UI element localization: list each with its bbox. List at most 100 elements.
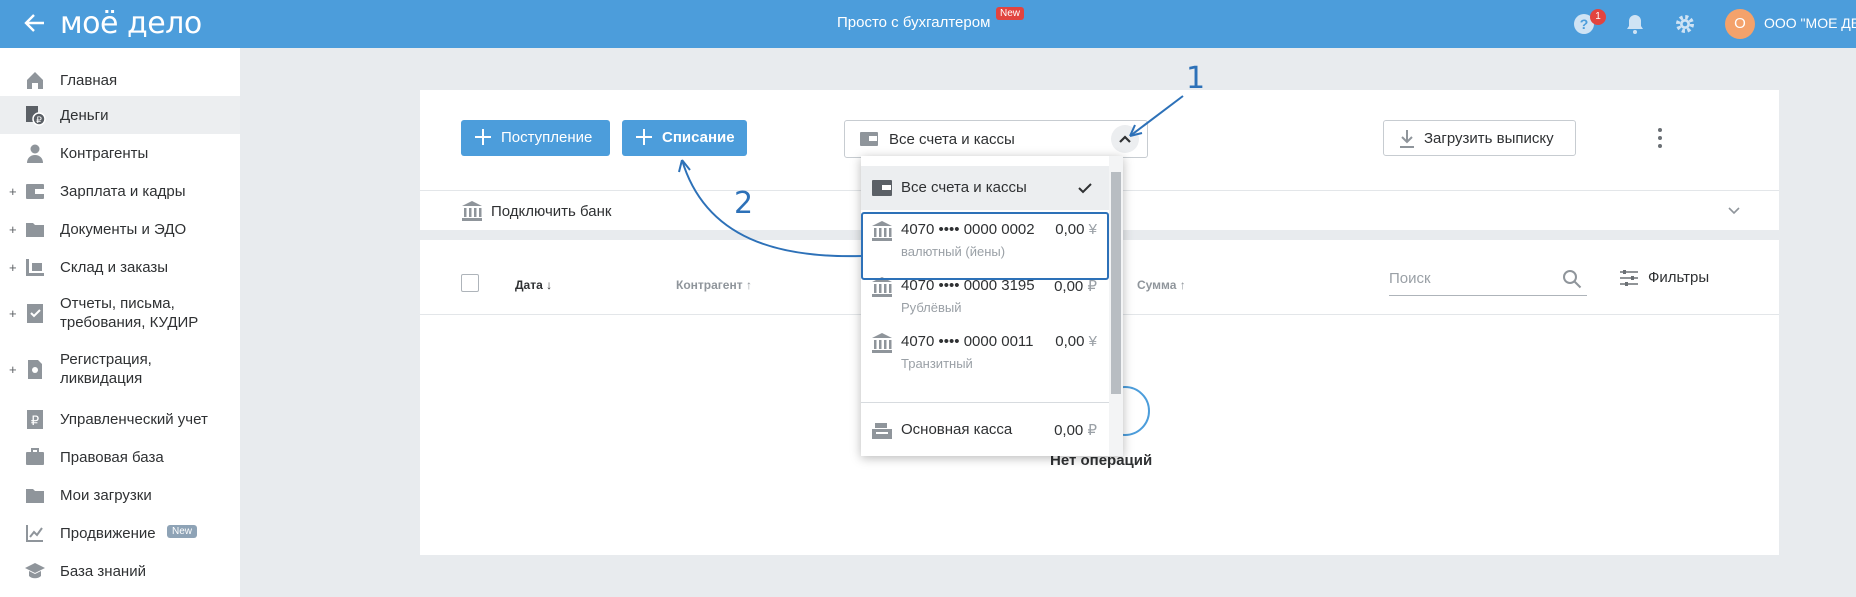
dropdown-option-cash[interactable]: Основная касса 0,00 ₽ (861, 408, 1109, 452)
gear-icon[interactable] (1673, 12, 1697, 36)
warehouse-icon (26, 259, 44, 276)
expand-icon[interactable]: + (9, 306, 17, 321)
sidebar-item-money[interactable]: ₽ Деньги (0, 96, 240, 134)
company-name[interactable]: ООО "МОЕ ДЕ (1764, 15, 1856, 31)
dropdown-option-all[interactable]: Все счета и кассы (861, 166, 1109, 210)
currency-symbol: ₽ (1087, 422, 1097, 439)
cash-label: Основная касса (901, 421, 1013, 438)
account-select[interactable]: Все счета и кассы (844, 120, 1148, 158)
dropdown-option-label: Все счета и кассы (901, 179, 1027, 196)
scrollbar-thumb[interactable] (1111, 172, 1121, 394)
sidebar-item-documents[interactable]: + Документы и ЭДО (0, 210, 240, 248)
new-badge: New (996, 7, 1025, 20)
sidebar-item-label: Склад и заказы (60, 259, 169, 276)
upload-statement-label: Загрузить выписку (1424, 130, 1554, 147)
new-badge: New (167, 525, 198, 538)
sliders-icon (1620, 270, 1638, 286)
sidebar-item-registration[interactable]: + Регистрация, ликвидация (0, 342, 240, 396)
amount-value: 0,00 (1055, 333, 1085, 350)
bank-icon (872, 333, 892, 353)
sidebar-item-reports[interactable]: + Отчеты, письма, требования, КУДИР (0, 286, 240, 340)
sidebar-item-legal[interactable]: Правовая база (0, 438, 240, 476)
sidebar-item-warehouse[interactable]: + Склад и заказы (0, 248, 240, 286)
income-button[interactable]: Поступление (461, 120, 610, 156)
sidebar-item-contractors[interactable]: Контрагенты (0, 134, 240, 172)
ruble-doc-icon: ₽ (27, 410, 43, 429)
graduation-cap-icon (25, 563, 45, 579)
select-all-checkbox[interactable] (461, 274, 479, 292)
sidebar-item-label: Зарплата и кадры (60, 183, 186, 200)
sidebar-item-label: Регистрация, ликвидация (60, 351, 152, 387)
income-button-label: Поступление (501, 129, 593, 146)
sidebar: Главная ₽ Деньги Контрагенты + Зарплата … (0, 48, 240, 597)
promo-title[interactable]: Просто с бухгалтером (837, 14, 990, 31)
chevron-up-icon[interactable] (1111, 125, 1139, 153)
search-icon[interactable] (1561, 268, 1583, 290)
sort-up-icon: ↑ (1179, 278, 1186, 292)
sidebar-item-label: Правовая база (60, 449, 164, 466)
account-dropdown: Все счета и кассы 4070 •••• 0000 0002 ва… (861, 156, 1123, 456)
sidebar-item-label: Мои загрузки (60, 487, 152, 504)
sidebar-item-label: База знаний (60, 563, 146, 580)
search-input[interactable] (1389, 270, 1559, 287)
sidebar-item-downloads[interactable]: Мои загрузки (0, 476, 240, 514)
connect-bank-label: Подключить банк (491, 203, 612, 220)
expand-icon[interactable]: + (9, 260, 17, 275)
sidebar-item-home[interactable]: Главная (0, 64, 240, 96)
sidebar-item-label: Отчеты, письма, требования, КУДИР (60, 295, 199, 331)
download-icon (1400, 130, 1414, 148)
sidebar-item-salary[interactable]: + Зарплата и кадры (0, 172, 240, 210)
bell-icon[interactable] (1623, 12, 1647, 36)
avatar[interactable]: О (1725, 9, 1755, 39)
upload-statement-button[interactable]: Загрузить выписку (1383, 120, 1576, 156)
column-header-date[interactable]: Дата ↓ (515, 278, 552, 292)
home-icon (27, 72, 43, 89)
account-type: Рублёвый (901, 300, 962, 315)
plus-icon (475, 129, 491, 145)
expand-icon[interactable]: + (9, 222, 17, 237)
dropdown-option-account[interactable]: 4070 •••• 0000 0011 Транзитный 0,00 ¥ (861, 326, 1109, 380)
bank-icon (462, 201, 482, 221)
expand-icon[interactable]: + (9, 362, 17, 377)
sidebar-item-label: Управленческий учет (60, 411, 208, 428)
svg-text:?: ? (1580, 16, 1589, 32)
expense-button[interactable]: Списание (622, 120, 747, 156)
account-number: 4070 •••• 0000 0011 (901, 333, 1034, 350)
expense-button-label: Списание (662, 129, 735, 146)
currency-symbol: ₽ (1087, 278, 1097, 295)
wallet-icon (872, 180, 892, 196)
sidebar-item-knowledge[interactable]: База знаний (0, 552, 240, 590)
cash-amount: 0,00 ₽ (1054, 421, 1097, 439)
sidebar-item-label: Деньги (60, 107, 109, 124)
svg-text:₽: ₽ (36, 115, 42, 125)
annotation-number-2: 2 (734, 186, 754, 221)
column-header-amount[interactable]: Сумма ↑ (1137, 278, 1186, 292)
check-icon (1078, 183, 1092, 194)
plus-icon (636, 129, 652, 145)
sidebar-item-promotion[interactable]: Продвижение New (0, 514, 240, 552)
search-field[interactable] (1389, 264, 1587, 296)
sidebar-item-label: Продвижение (60, 525, 156, 542)
folder-icon (26, 223, 44, 237)
help-notification-badge: 1 (1590, 9, 1606, 25)
sidebar-item-management[interactable]: ₽ Управленческий учет (0, 400, 240, 438)
filters-label: Фильтры (1648, 269, 1710, 286)
svg-text:₽: ₽ (31, 413, 39, 428)
sidebar-item-label: Главная (60, 72, 118, 89)
amount-value: 0,00 (1054, 278, 1084, 295)
money-icon: ₽ (26, 106, 46, 126)
account-type: Транзитный (901, 356, 973, 371)
chevron-down-icon[interactable] (1726, 202, 1742, 218)
sort-down-icon: ↓ (546, 278, 553, 292)
column-header-label: Дата (515, 278, 543, 292)
dropdown-scrollbar[interactable] (1109, 156, 1123, 456)
sidebar-item-label: Контрагенты (60, 145, 149, 162)
more-vertical-icon[interactable] (1654, 126, 1666, 150)
wallet-icon (26, 184, 44, 199)
column-header-label: Контрагент (676, 278, 743, 292)
briefcase-icon (26, 448, 44, 465)
app-logo[interactable]: моё дело (60, 6, 202, 41)
expand-icon[interactable]: + (9, 184, 17, 199)
column-header-contractor[interactable]: Контрагент ↑ (676, 278, 752, 292)
back-arrow-icon[interactable] (22, 10, 48, 36)
